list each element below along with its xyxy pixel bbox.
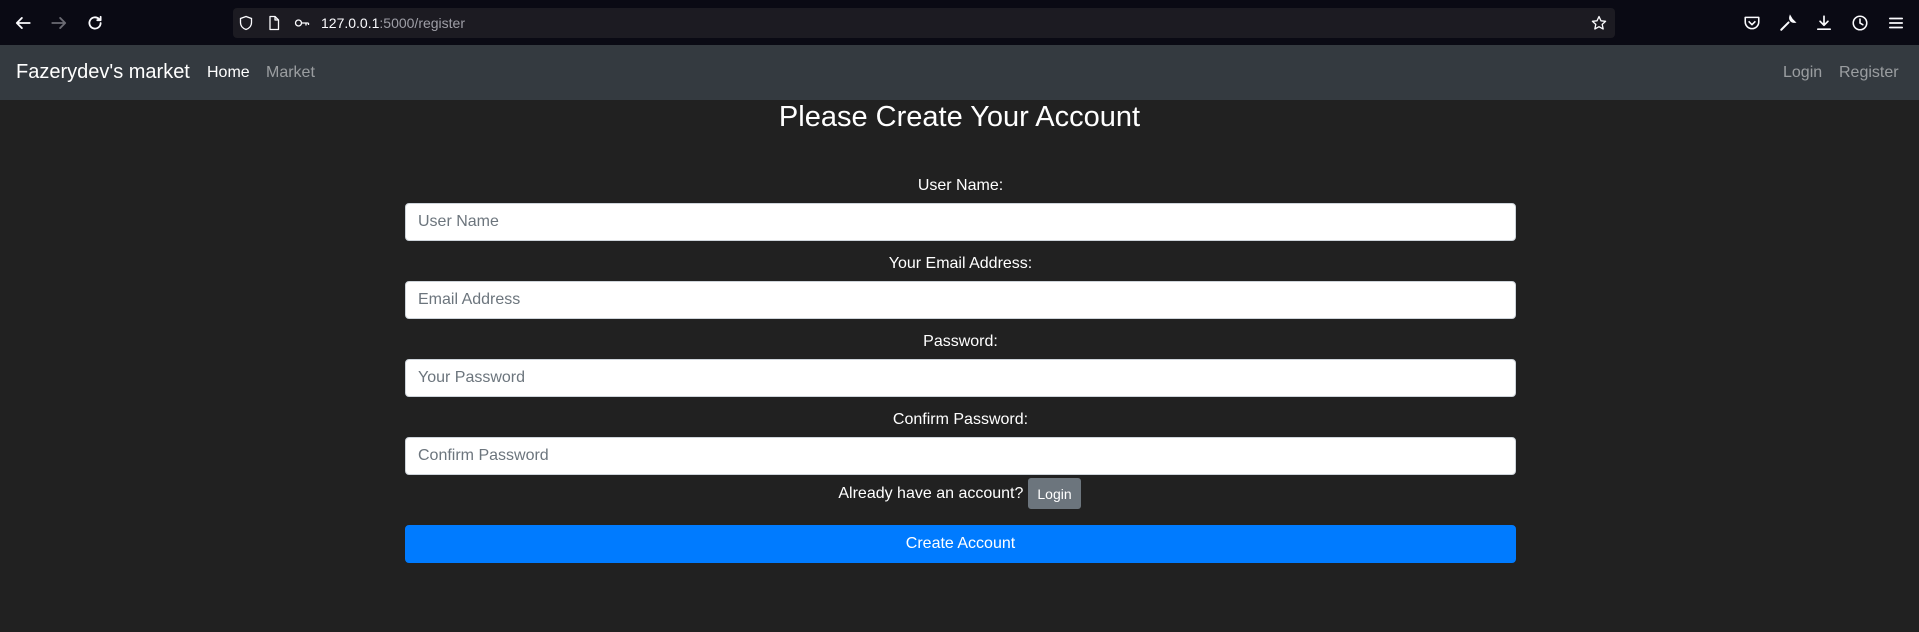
confirm-password-label: Confirm Password:	[892, 411, 1029, 428]
nav-link-register[interactable]: Register	[1839, 64, 1899, 82]
create-account-button[interactable]: Create Account	[405, 525, 1516, 563]
already-have-account-text: Already have an account?	[838, 484, 1024, 502]
confirm-password-input[interactable]	[405, 437, 1516, 475]
key-icon[interactable]	[294, 15, 310, 31]
reload-icon[interactable]	[83, 11, 107, 35]
page-icon[interactable]	[266, 15, 282, 31]
email-label: Your Email Address:	[888, 255, 1033, 272]
nav-link-login[interactable]: Login	[1783, 64, 1822, 82]
already-have-account-row: Already have an account? Login	[0, 478, 1919, 509]
wrench-icon[interactable]	[1777, 12, 1799, 34]
site-navbar: Fazerydev's market Home Market Login Reg…	[0, 45, 1919, 100]
confirm-password-group: Confirm Password:	[405, 410, 1516, 475]
back-arrow-icon[interactable]	[11, 11, 35, 35]
url-text[interactable]: 127.0.0.1:5000/register	[321, 15, 465, 31]
shield-icon[interactable]	[238, 15, 254, 31]
browser-toolbar: 127.0.0.1:5000/register	[0, 0, 1919, 45]
url-bar[interactable]: 127.0.0.1:5000/register	[233, 8, 1615, 38]
download-icon[interactable]	[1813, 12, 1835, 34]
password-label: Password:	[923, 333, 998, 350]
password-input[interactable]	[405, 359, 1516, 397]
nav-link-home[interactable]: Home	[207, 64, 250, 82]
email-group: Your Email Address:	[405, 254, 1516, 319]
email-input[interactable]	[405, 281, 1516, 319]
hamburger-menu-icon[interactable]	[1885, 12, 1907, 34]
username-group: User Name:	[405, 176, 1516, 241]
url-host: 127.0.0.1	[321, 15, 380, 31]
login-button[interactable]: Login	[1028, 478, 1081, 509]
nav-link-market[interactable]: Market	[266, 64, 315, 82]
brand-logo[interactable]: Fazerydev's market	[16, 61, 190, 84]
star-icon[interactable]	[1591, 15, 1607, 31]
page-title: Please Create Your Account	[778, 101, 1141, 133]
url-path: :5000/register	[379, 15, 465, 31]
register-form: User Name: Your Email Address: Password:…	[405, 176, 1516, 475]
history-icon[interactable]	[1849, 12, 1871, 34]
forward-arrow-icon[interactable]	[47, 11, 71, 35]
username-input[interactable]	[405, 203, 1516, 241]
username-label: User Name:	[917, 177, 1004, 194]
password-group: Password:	[405, 332, 1516, 397]
pocket-icon[interactable]	[1741, 12, 1763, 34]
